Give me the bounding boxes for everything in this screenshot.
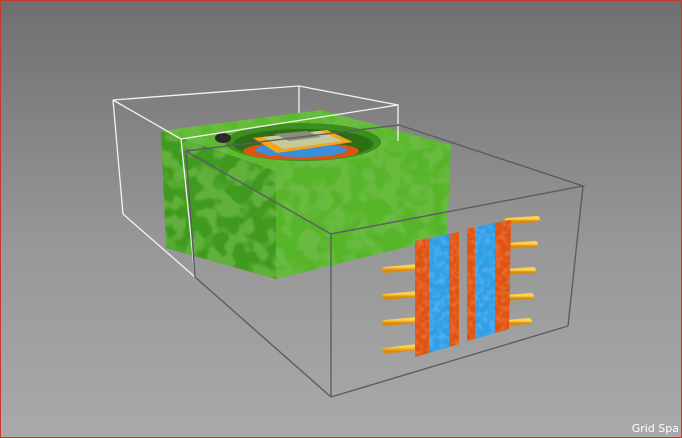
plate-stack-left[interactable]: [415, 232, 459, 357]
scene-canvas[interactable]: [1, 1, 682, 438]
cavity-hole: [215, 133, 231, 143]
plate-stack-right[interactable]: [467, 220, 511, 341]
3d-viewport[interactable]: Grid Spa: [0, 0, 682, 438]
grid-space-label: Grid Spa: [631, 422, 679, 435]
